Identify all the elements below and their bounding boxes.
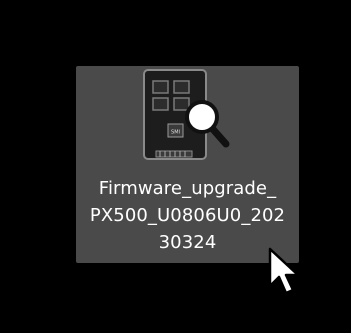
arrow-cursor-icon	[268, 247, 300, 295]
desktop: SMI Firmware_upgrade_ PX500_U0806U0_202 …	[0, 0, 351, 333]
chip-label: SMI	[171, 130, 180, 136]
file-name-label: Firmware_upgrade_ PX500_U0806U0_202 3032…	[76, 175, 299, 256]
file-name-line: PX500_U0806U0_202	[89, 205, 286, 226]
file-magnifier-icon[interactable]: SMI	[141, 67, 235, 163]
file-name-line: Firmware_upgrade_	[98, 178, 277, 199]
file-name-line: 30324	[158, 232, 217, 253]
